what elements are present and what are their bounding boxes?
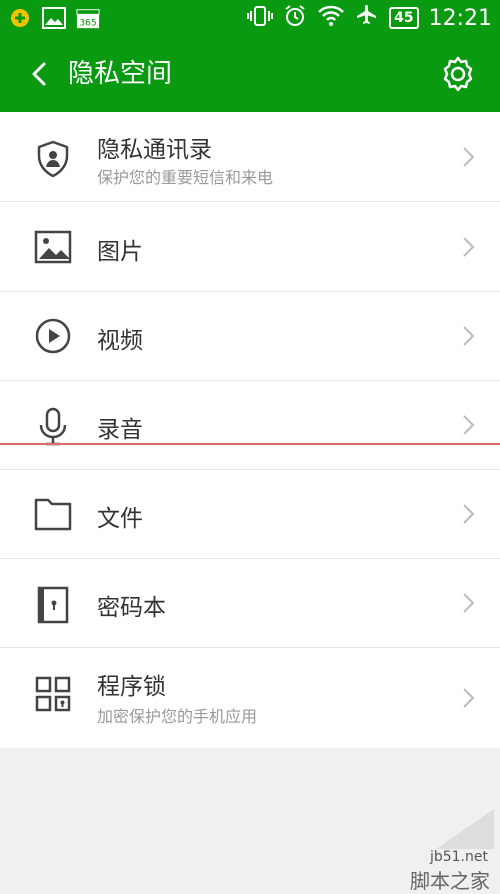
list-item-label: 录音 <box>97 417 143 443</box>
microphone-icon <box>33 407 73 446</box>
list-item-subtitle: 保护您的重要短信和来电 <box>97 168 274 187</box>
chevron-right-icon <box>462 687 476 709</box>
chevron-right-icon <box>462 592 476 614</box>
list-item-label: 程序锁 <box>97 674 166 700</box>
privacy-items-list: 隐私通讯录 保护您的重要短信和来电 图片 视频 录音 文件 密码本 程序锁 加密… <box>0 112 500 748</box>
list-item-password-book[interactable]: 密码本 <box>0 558 500 648</box>
chevron-right-icon <box>462 414 476 436</box>
list-item-recordings[interactable]: 录音 <box>0 380 500 470</box>
alarm-icon <box>283 4 307 32</box>
list-item-label: 文件 <box>97 506 143 532</box>
list-item-label: 图片 <box>97 239 143 265</box>
list-item-subtitle: 加密保护您的手机应用 <box>97 707 258 726</box>
svg-text:365: 365 <box>79 17 97 28</box>
watermark-corner-icon <box>436 809 494 849</box>
red-divider-line <box>0 443 500 445</box>
status-bar: 365 45 12:21 <box>0 0 500 36</box>
chevron-right-icon <box>462 503 476 525</box>
chevron-right-icon <box>462 236 476 258</box>
gallery-icon <box>42 6 66 30</box>
list-item-files[interactable]: 文件 <box>0 469 500 559</box>
list-item-images[interactable]: 图片 <box>0 202 500 292</box>
watermark-name: 脚本之家 <box>410 869 490 893</box>
list-item-videos[interactable]: 视频 <box>0 291 500 381</box>
shield-contact-icon <box>33 139 73 178</box>
app-bar: 隐私空间 <box>0 36 500 112</box>
notebook-lock-icon <box>33 585 73 624</box>
airplane-mode-icon <box>355 4 379 32</box>
vibrate-icon <box>247 5 274 31</box>
list-item-label: 密码本 <box>97 595 166 621</box>
list-item-app-lock[interactable]: 程序锁 加密保护您的手机应用 <box>0 647 500 747</box>
battery-indicator: 45 <box>389 7 419 29</box>
status-clock: 12:21 <box>428 5 492 31</box>
app-notification-icon <box>8 6 32 30</box>
list-item-private-contacts[interactable]: 隐私通讯录 保护您的重要短信和来电 <box>0 112 500 202</box>
status-left-icons: 365 <box>8 6 100 30</box>
list-item-label: 隐私通讯录 <box>97 137 212 163</box>
chevron-right-icon <box>462 325 476 347</box>
list-item-label: 视频 <box>97 328 143 354</box>
chevron-right-icon <box>462 146 476 168</box>
calendar-365-icon: 365 <box>76 6 100 30</box>
watermark-site: jb51.net <box>429 849 488 865</box>
settings-gear-icon[interactable] <box>438 54 478 94</box>
status-right-icons: 45 12:21 <box>247 4 492 32</box>
play-icon <box>33 318 73 354</box>
app-lock-icon <box>33 674 73 712</box>
back-button[interactable] <box>28 60 52 88</box>
watermark: jb51.net 脚本之家 <box>366 809 496 893</box>
page-title: 隐私空间 <box>68 59 173 89</box>
image-icon <box>33 229 73 265</box>
wifi-icon <box>317 5 345 31</box>
folder-icon <box>33 496 73 532</box>
